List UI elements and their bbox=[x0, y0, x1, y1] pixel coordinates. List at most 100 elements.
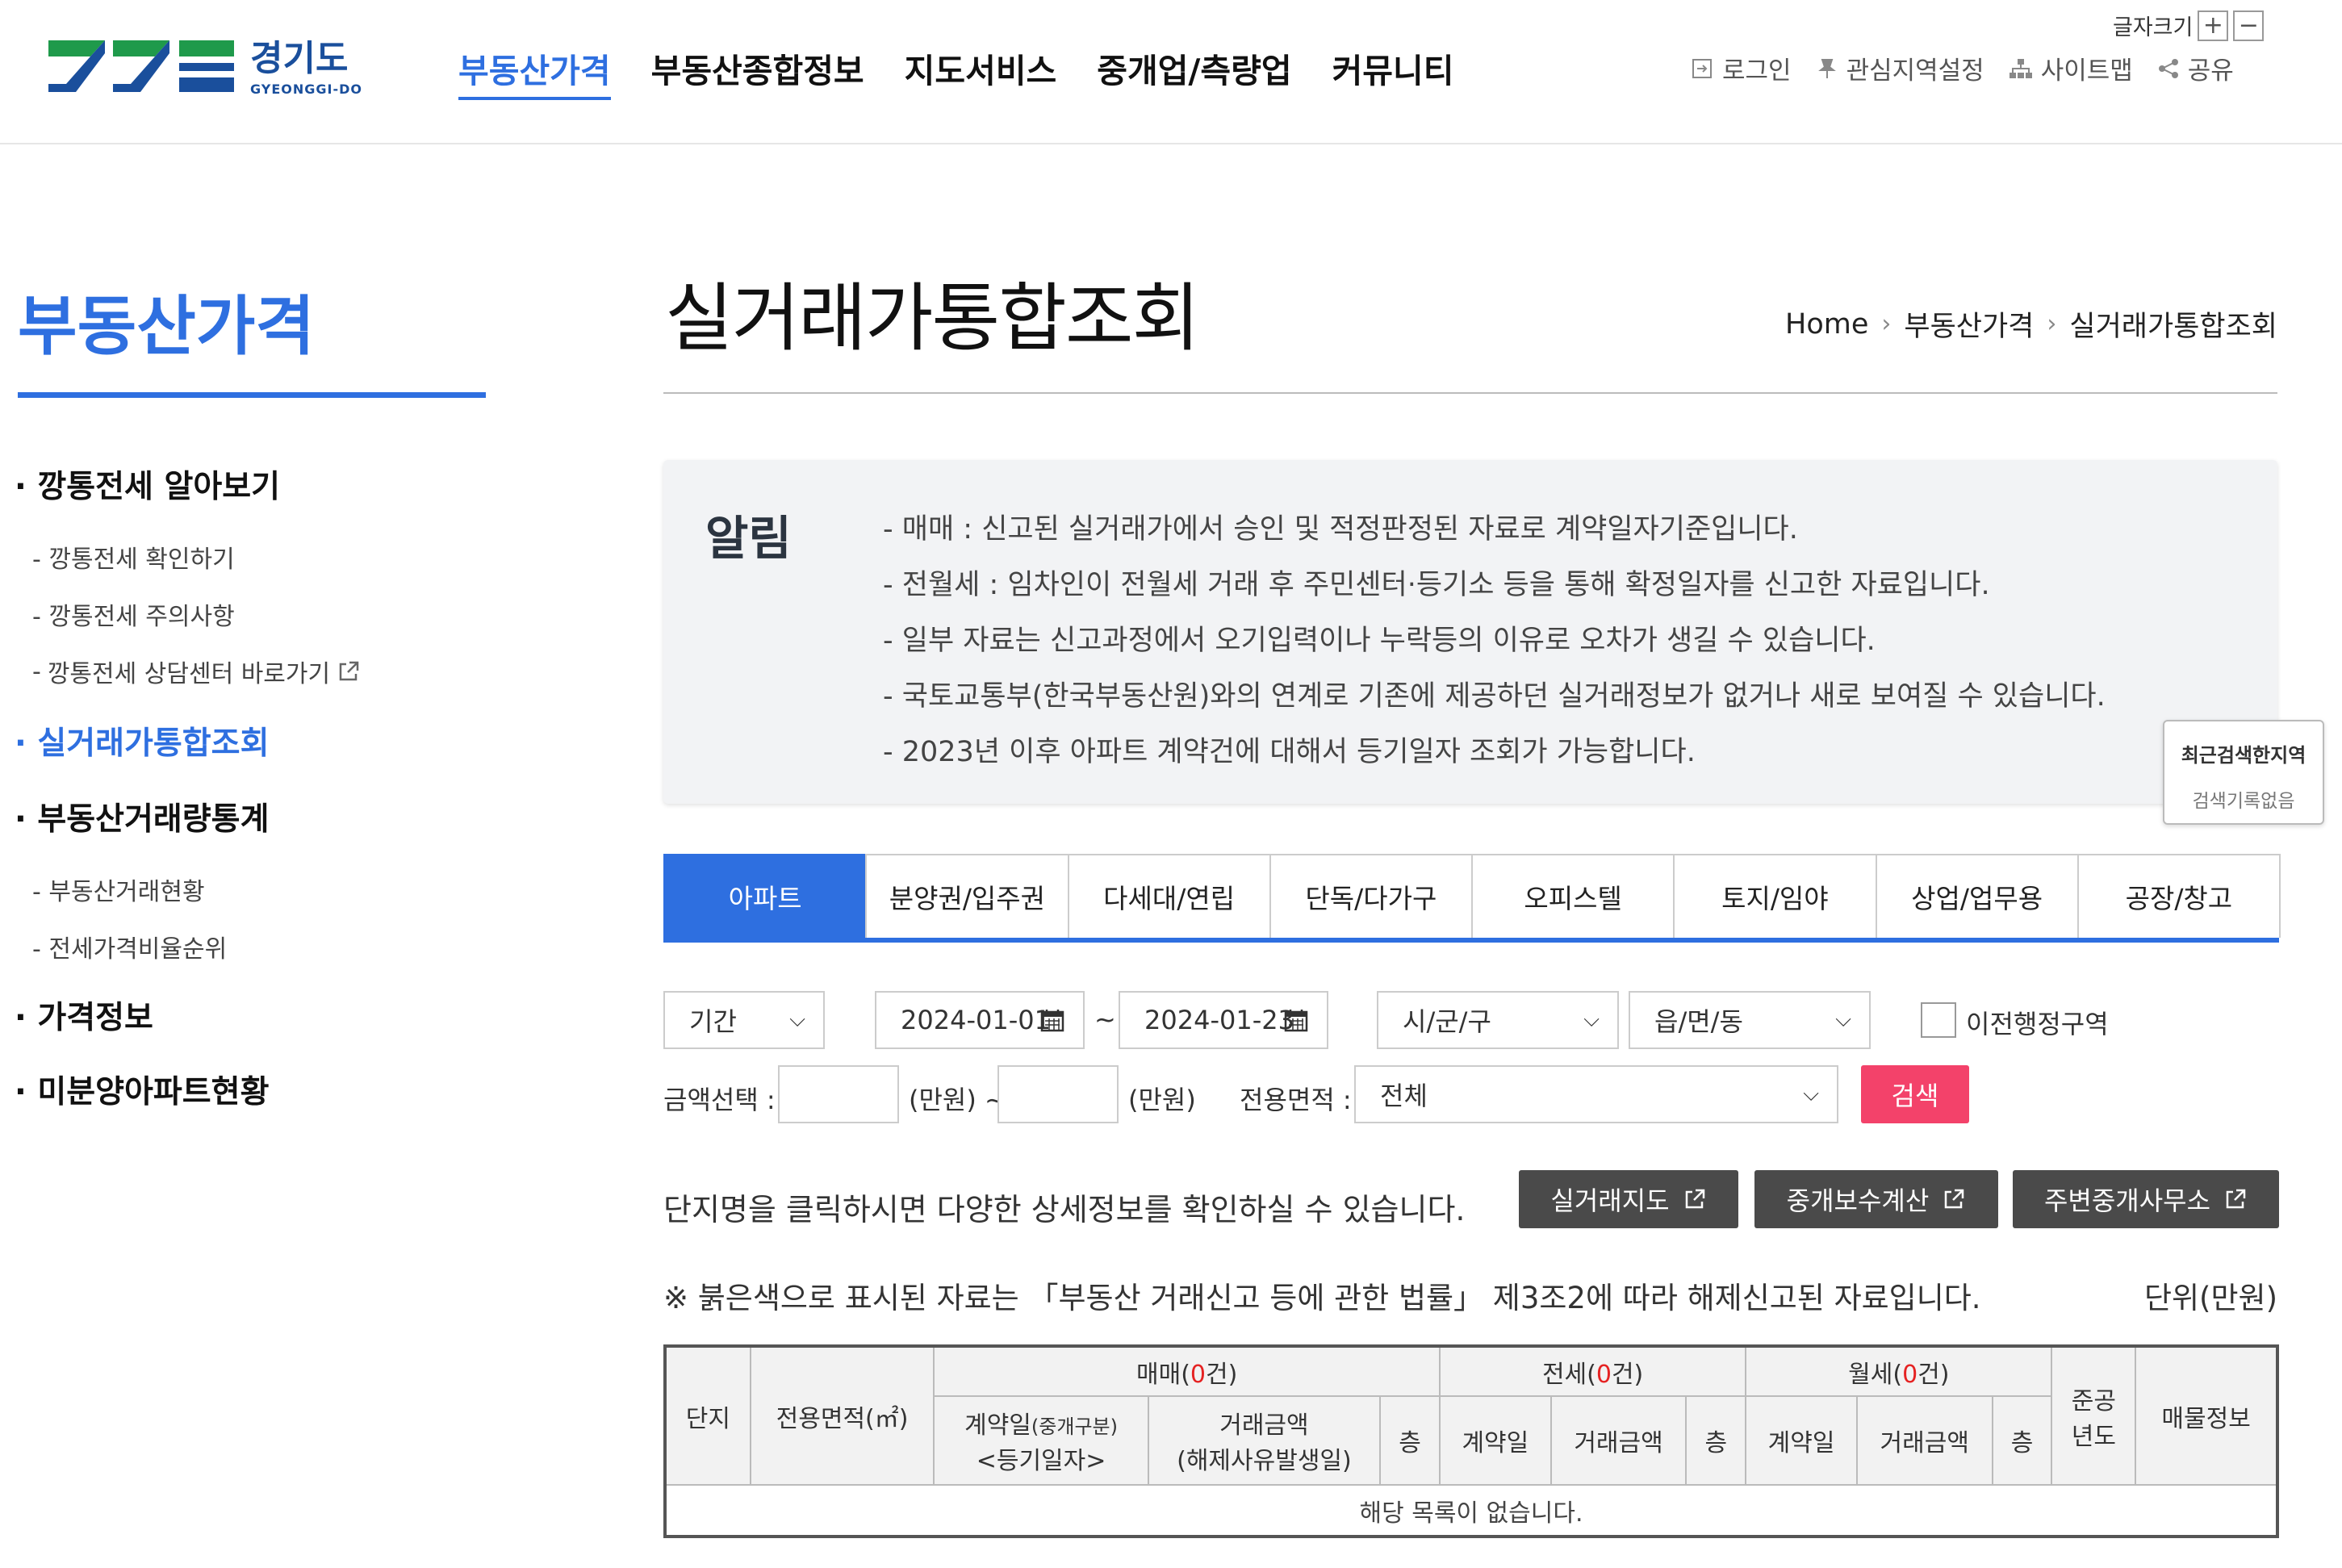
tab-officetel[interactable]: 오피스텔 bbox=[1471, 854, 1675, 938]
chevron-down-icon: ⌵ bbox=[1835, 1007, 1851, 1032]
brokerage-fee-label: 중개보수계산 bbox=[1786, 1185, 1930, 1216]
tab-multiplex[interactable]: 다세대/연립 bbox=[1067, 854, 1271, 938]
sigungu-select[interactable]: 시/군/구 ⌵ bbox=[1377, 991, 1619, 1049]
price-unit-max: (만원) bbox=[1128, 1085, 1196, 1115]
col-built-year: 준공 년도 bbox=[2051, 1345, 2137, 1486]
detail-info-text: 단지명을 클릭하시면 다양한 상세정보를 확인하실 수 있습니다. bbox=[663, 1192, 1466, 1227]
monthly-count: 0 bbox=[1902, 1360, 1918, 1389]
notice-list: - 매매 : 신고된 실거래가에서 승인 및 적정판정된 자료로 계약일자기준입… bbox=[883, 502, 2106, 780]
interest-area-link[interactable]: 관심지역설정 bbox=[1816, 50, 1984, 86]
sidebar-item-label: 깡통전세 알아보기 bbox=[37, 469, 281, 505]
sidebar-subitem-trade-status[interactable]: - 부동산거래현황 bbox=[32, 872, 205, 907]
period-select[interactable]: 기간 ⌵ bbox=[663, 991, 825, 1049]
brokerage-fee-button[interactable]: 중개보수계산 bbox=[1754, 1170, 1998, 1228]
sidebar-item-kkangtong[interactable]: · 깡통전세 알아보기 bbox=[15, 462, 280, 507]
gyeonggi-logo-mark bbox=[48, 40, 234, 92]
tab-detached[interactable]: 단독/다가구 bbox=[1269, 854, 1473, 938]
search-button[interactable]: 검색 bbox=[1861, 1065, 1969, 1123]
sidebar-item-price-info[interactable]: · 가격정보 bbox=[15, 993, 153, 1038]
tab-factory[interactable]: 공장/창고 bbox=[2076, 854, 2281, 938]
sidebar-subitem-jeonse-ratio[interactable]: - 전세가격비율순위 bbox=[32, 929, 227, 964]
area-select[interactable]: 전체 ⌵ bbox=[1354, 1065, 1838, 1123]
area-label: 전용면적 : bbox=[1240, 1085, 1352, 1115]
date-to-input[interactable]: 2024-01-23 bbox=[1119, 991, 1328, 1049]
page-title: 실거래가통합조회 bbox=[665, 275, 1200, 362]
font-decrease-button[interactable]: − bbox=[2233, 10, 2265, 41]
sidebar-subitem-check[interactable]: - 깡통전세 확인하기 bbox=[32, 539, 235, 575]
sigungu-select-value: 시/군/구 bbox=[1403, 1006, 1491, 1037]
calendar-icon[interactable] bbox=[1039, 1007, 1065, 1033]
col-monthly-floor: 층 bbox=[1991, 1395, 2053, 1486]
nav-real-estate-price[interactable]: 부동산가격 bbox=[458, 44, 611, 100]
sidebar-subitem-counsel[interactable]: - 깡통전세 상담센터 바로가기 bbox=[32, 654, 361, 689]
breadcrumb-real-estate-price[interactable]: 부동산가격 bbox=[1904, 303, 2034, 345]
col-jeonse-floor: 층 bbox=[1685, 1395, 1747, 1486]
font-increase-button[interactable]: + bbox=[2198, 10, 2229, 41]
sidebar-subitem-label: 깡통전세 확인하기 bbox=[48, 546, 235, 574]
eupmyeondong-select[interactable]: 읍/면/동 ⌵ bbox=[1629, 991, 1871, 1049]
col-sale-amount: 거래금액 (해제사유발생일) bbox=[1147, 1395, 1382, 1486]
notice-box: 알림 - 매매 : 신고된 실거래가에서 승인 및 적정판정된 자료로 계약일자… bbox=[663, 460, 2277, 804]
col-jeonse-amount: 거래금액 bbox=[1549, 1395, 1687, 1486]
tab-commercial[interactable]: 상업/업무용 bbox=[1875, 854, 2079, 938]
price-max-input[interactable] bbox=[997, 1065, 1119, 1123]
sidebar-item-label: 실거래가통합조회 bbox=[37, 725, 270, 762]
external-link-icon bbox=[1945, 1189, 1964, 1209]
old-admin-checkbox[interactable] bbox=[1921, 1002, 1956, 1038]
sidebar-item-label: 미분양아파트현황 bbox=[37, 1074, 270, 1110]
font-size-label: 글자크기 bbox=[2113, 15, 2194, 40]
sidebar-item-label: 부동산거래량통계 bbox=[37, 801, 270, 838]
nearby-broker-button[interactable]: 주변중개사무소 bbox=[2013, 1170, 2279, 1228]
share-link[interactable]: 공유 bbox=[2157, 50, 2234, 86]
main-navigation: 부동산가격 부동산종합정보 지도서비스 중개업/측량업 커뮤니티 bbox=[458, 44, 1453, 100]
calendar-icon[interactable] bbox=[1283, 1007, 1309, 1033]
col-monthly-amount: 거래금액 bbox=[1855, 1395, 1993, 1486]
col-sale: 매매(0건) bbox=[933, 1345, 1441, 1397]
utility-menu: 로그인 관심지역설정 사이트맵 공유 bbox=[1690, 50, 2234, 86]
external-link-icon bbox=[339, 661, 359, 681]
col-area: 전용면적(㎡) bbox=[749, 1345, 935, 1486]
chevron-right-icon: › bbox=[2047, 310, 2057, 338]
breadcrumb-home[interactable]: Home bbox=[1785, 308, 1868, 341]
pin-icon bbox=[1817, 58, 1836, 78]
nav-brokerage-survey[interactable]: 중개업/측량업 bbox=[1097, 44, 1291, 100]
gyeonggi-logo[interactable]: 경기도 GYEONGGI-DO bbox=[48, 32, 362, 105]
sidebar-item-realtrade[interactable]: · 실거래가통합조회 bbox=[15, 718, 269, 763]
login-icon bbox=[1692, 58, 1712, 78]
recent-search-title: 최근검색한지역 bbox=[2181, 744, 2306, 767]
recent-search-empty: 검색기록없음 bbox=[2192, 791, 2295, 812]
sidebar-item-volume-stats[interactable]: · 부동산거래량통계 bbox=[15, 794, 269, 839]
sidebar-title: 부동산가격 bbox=[18, 289, 315, 364]
tab-land[interactable]: 토지/임야 bbox=[1673, 854, 1877, 938]
chevron-down-icon: ⌵ bbox=[1583, 1007, 1600, 1032]
nav-real-estate-info[interactable]: 부동산종합정보 bbox=[651, 44, 864, 100]
recent-search-panel[interactable]: 최근검색한지역 검색기록없음 bbox=[2163, 720, 2324, 825]
nearby-broker-label: 주변중개사무소 bbox=[2043, 1185, 2211, 1216]
price-min-input[interactable] bbox=[778, 1065, 899, 1123]
date-from-input[interactable]: 2024-01-01 bbox=[875, 991, 1085, 1049]
col-listing: 매물정보 bbox=[2135, 1345, 2278, 1486]
breadcrumb-current: 실거래가통합조회 bbox=[2069, 311, 2277, 343]
share-label: 공유 bbox=[2187, 56, 2234, 86]
sitemap-label: 사이트맵 bbox=[2040, 56, 2133, 86]
nav-map-service[interactable]: 지도서비스 bbox=[905, 44, 1057, 100]
login-link[interactable]: 로그인 bbox=[1690, 50, 1792, 86]
sidebar-title-underline bbox=[18, 392, 486, 398]
tab-presale-right[interactable]: 분양권/입주권 bbox=[865, 854, 1069, 938]
chevron-down-icon: ⌵ bbox=[789, 1007, 805, 1032]
col-sale-contract-date: 계약일(중개구분) <등기일자> bbox=[933, 1395, 1149, 1486]
sidebar-subitem-caution[interactable]: - 깡통전세 주의사항 bbox=[32, 596, 235, 632]
notice-item: - 2023년 이후 아파트 계약건에 대해서 등기일자 조회가 가능합니다. bbox=[883, 736, 1696, 768]
nav-community[interactable]: 커뮤니티 bbox=[1332, 44, 1454, 100]
sitemap-icon bbox=[2009, 58, 2032, 78]
transaction-table: 단지 전용면적(㎡) 매매(0건) 전세(0건) 월세(0건) 준공 년도 매물정… bbox=[663, 1344, 2279, 1538]
sidebar-subitem-label: 깡통전세 주의사항 bbox=[48, 603, 235, 631]
sitemap-link[interactable]: 사이트맵 bbox=[2009, 50, 2133, 86]
col-jeonse: 전세(0건) bbox=[1438, 1345, 1747, 1397]
realtrade-map-button[interactable]: 실거래지도 bbox=[1519, 1170, 1738, 1228]
external-link-icon bbox=[2226, 1189, 2246, 1209]
tab-apartment[interactable]: 아파트 bbox=[663, 854, 868, 938]
sidebar-item-unsold[interactable]: · 미분양아파트현황 bbox=[15, 1067, 269, 1112]
date-to-value: 2024-01-23 bbox=[1144, 1005, 1294, 1035]
sale-count: 0 bbox=[1190, 1360, 1206, 1389]
